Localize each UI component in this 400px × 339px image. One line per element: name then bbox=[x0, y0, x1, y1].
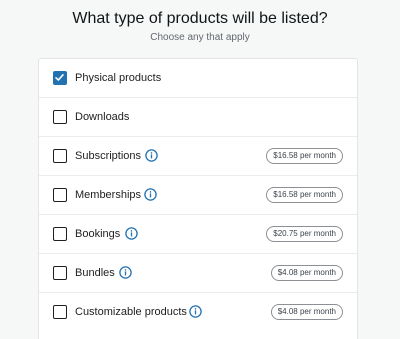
option-label: Customizable products bbox=[75, 306, 187, 318]
product-types-page: What type of products will be listed? Ch… bbox=[0, 0, 400, 339]
option-label: Physical products bbox=[75, 72, 162, 84]
physical-products-checkbox[interactable] bbox=[53, 71, 67, 85]
info-icon[interactable] bbox=[144, 188, 157, 201]
checkmark-icon bbox=[55, 74, 64, 81]
downloads-checkbox[interactable] bbox=[53, 110, 67, 124]
option-label: Memberships bbox=[75, 189, 142, 201]
option-bookings[interactable]: Bookings $20.75 per month bbox=[39, 215, 357, 254]
price-badge: $16.58 per month bbox=[266, 187, 343, 203]
info-icon[interactable] bbox=[145, 149, 158, 162]
info-icon[interactable] bbox=[125, 227, 138, 240]
option-label: Downloads bbox=[75, 111, 130, 123]
option-downloads[interactable]: Downloads bbox=[39, 98, 357, 137]
product-types-list: Physical products Downloads Subscription… bbox=[38, 58, 358, 339]
customizable-products-checkbox[interactable] bbox=[53, 305, 67, 319]
info-icon[interactable] bbox=[119, 266, 132, 279]
option-label: Subscriptions bbox=[75, 150, 142, 162]
bookings-checkbox[interactable] bbox=[53, 227, 67, 241]
option-customizable-products[interactable]: Customizable products $4.08 per month bbox=[39, 293, 357, 332]
option-physical-products[interactable]: Physical products bbox=[39, 59, 357, 98]
info-icon[interactable] bbox=[189, 305, 202, 318]
option-label: Bundles bbox=[75, 267, 115, 279]
page-subtitle: Choose any that apply bbox=[150, 32, 250, 43]
option-memberships[interactable]: Memberships $16.58 per month bbox=[39, 176, 357, 215]
option-label: Bookings bbox=[75, 228, 121, 240]
price-badge: $4.08 per month bbox=[270, 265, 343, 281]
memberships-checkbox[interactable] bbox=[53, 188, 67, 202]
page-title: What type of products will be listed? bbox=[72, 10, 328, 27]
option-subscriptions[interactable]: Subscriptions $16.58 per month bbox=[39, 137, 357, 176]
price-badge: $16.58 per month bbox=[266, 148, 343, 164]
price-badge: $20.75 per month bbox=[266, 226, 343, 242]
option-bundles[interactable]: Bundles $4.08 per month bbox=[39, 254, 357, 293]
price-badge: $4.08 per month bbox=[270, 304, 343, 320]
bundles-checkbox[interactable] bbox=[53, 266, 67, 280]
subscriptions-checkbox[interactable] bbox=[53, 149, 67, 163]
